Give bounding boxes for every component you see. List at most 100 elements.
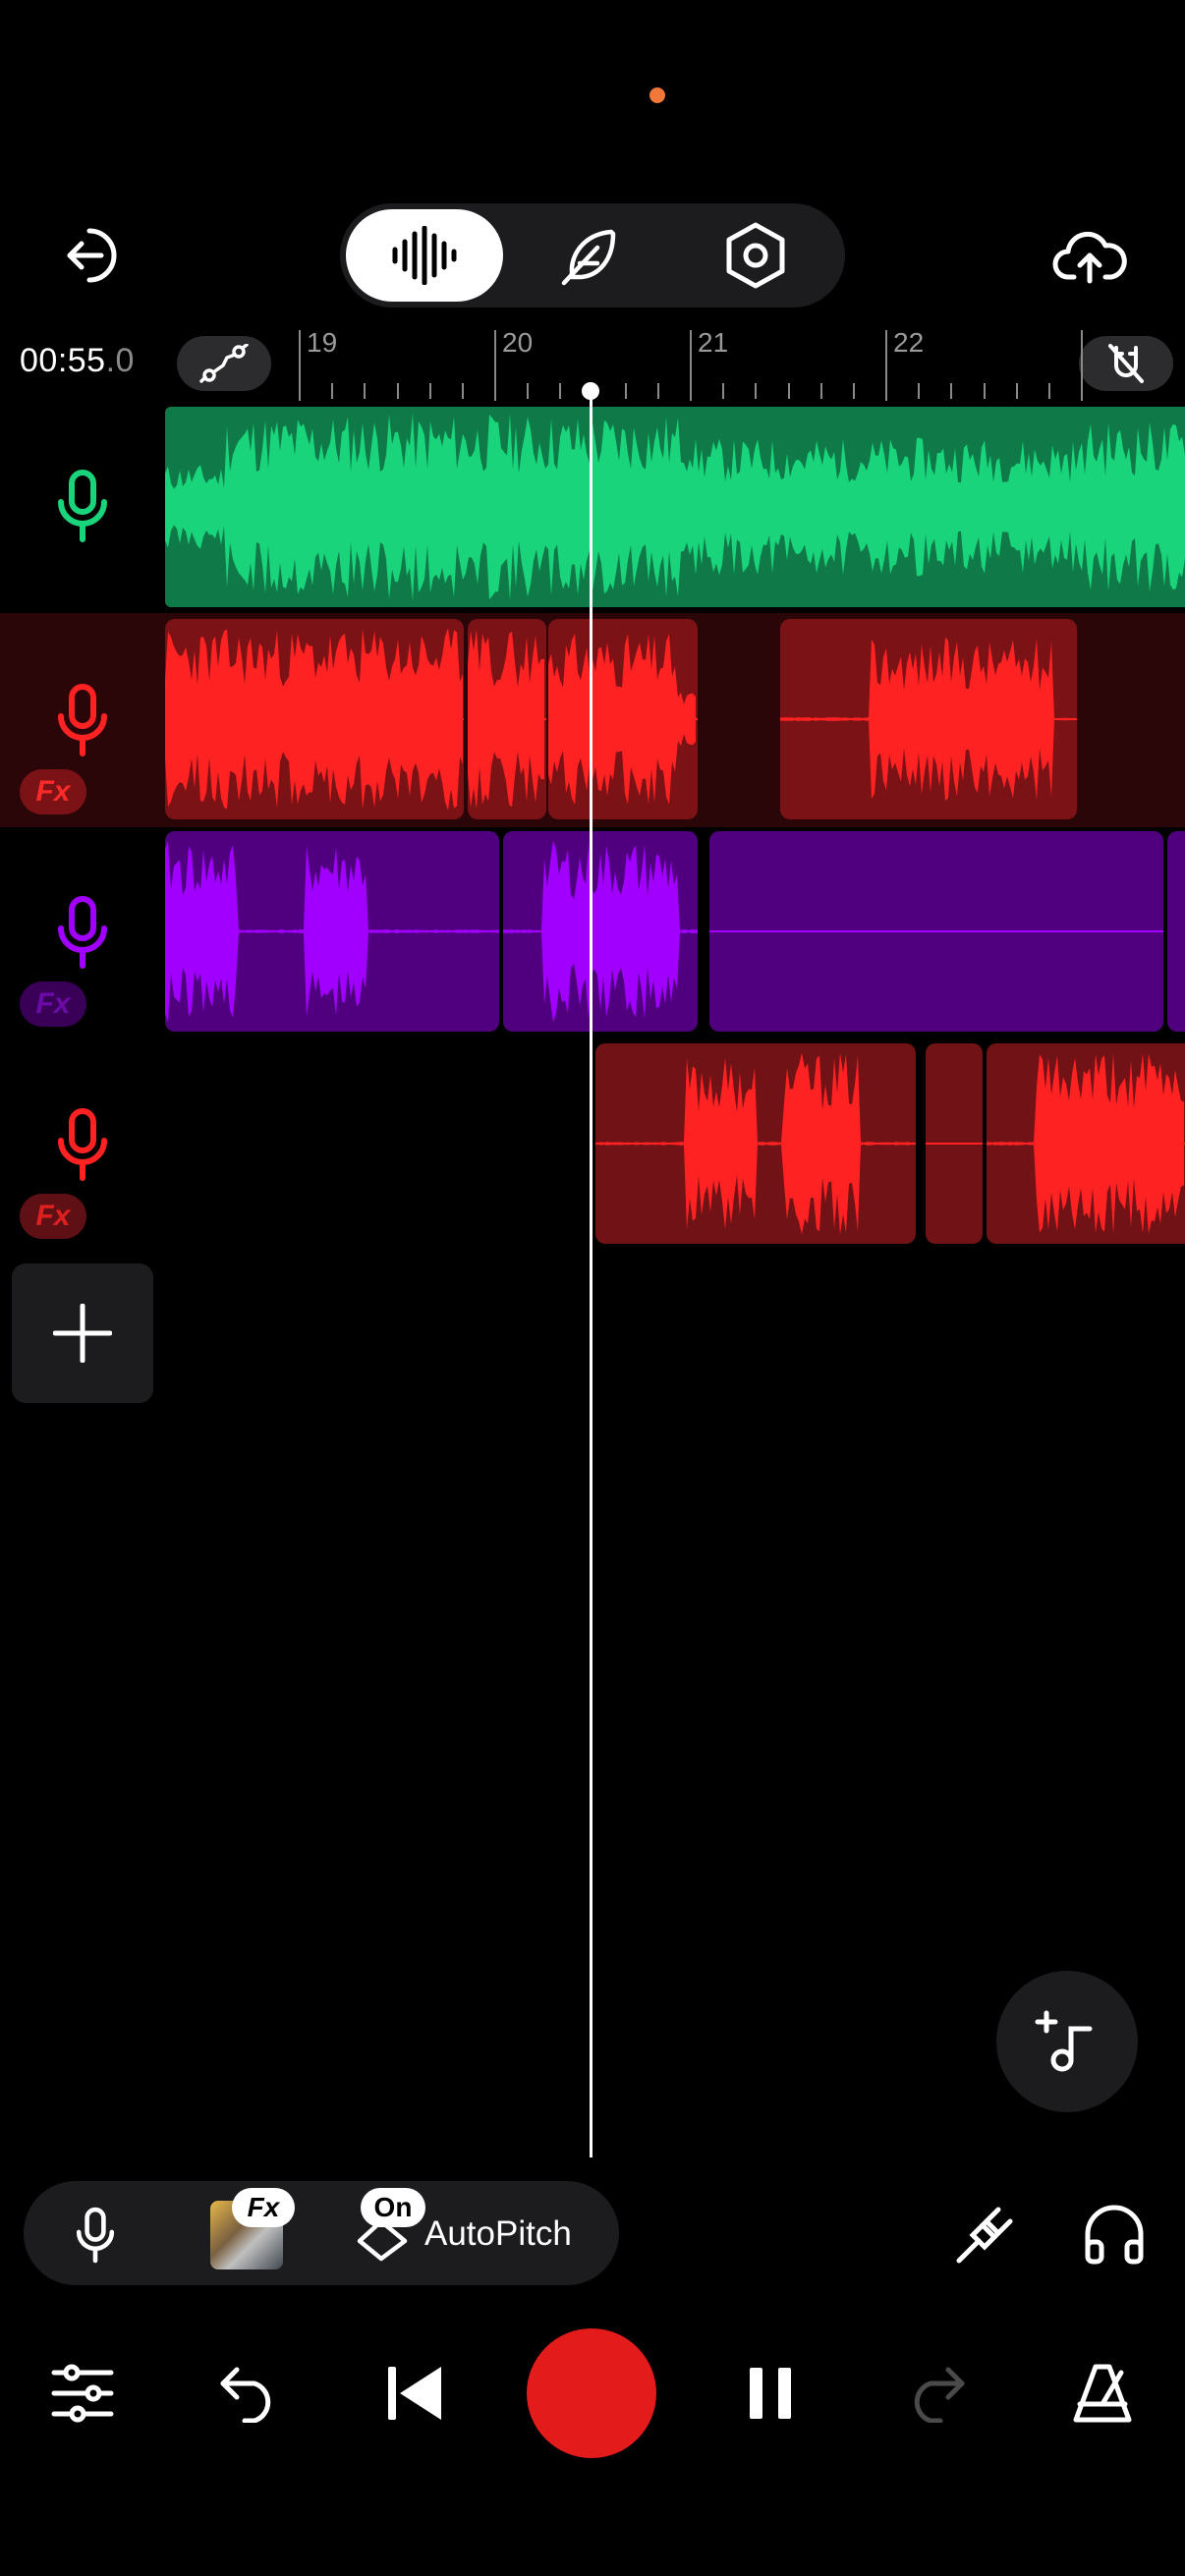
timeline-ruler[interactable] (295, 324, 1081, 403)
monitor-headphones-button[interactable] (1075, 2197, 1154, 2271)
time-fraction: .0 (105, 342, 135, 379)
track-3-mic-button[interactable] (43, 888, 122, 977)
track-3-fx-badge[interactable]: Fx (20, 981, 86, 1027)
feather-mode-button[interactable] (511, 209, 668, 302)
add-music-icon (1035, 2010, 1093, 2072)
pause-button[interactable] (731, 2356, 810, 2431)
ruler-minor-tick (428, 383, 431, 399)
ruler-major-tick (494, 330, 496, 401)
track-1-mic-button[interactable] (43, 462, 122, 550)
skip-back-icon (388, 2367, 441, 2420)
exit-button[interactable] (55, 218, 134, 293)
microphone-icon (58, 684, 107, 756)
track-4-clip-2[interactable] (926, 1043, 983, 1244)
waveform (926, 1143, 983, 1145)
track-4-clip-1[interactable] (595, 1043, 916, 1244)
waveform (165, 628, 464, 811)
ruler-minor-tick (1047, 383, 1050, 399)
ruler-minor-tick (461, 383, 464, 399)
autopitch-label[interactable]: AutoPitch (424, 2214, 572, 2254)
metronome-button[interactable] (1063, 2356, 1142, 2431)
undo-button[interactable] (210, 2356, 289, 2431)
feather-icon (561, 229, 616, 286)
ruler-minor-tick (331, 383, 334, 399)
plus-icon (53, 1304, 112, 1363)
microphone-icon (76, 2207, 115, 2264)
autopitch-on-badge: On (361, 2188, 425, 2227)
track-1-clip[interactable] (165, 407, 1185, 607)
ruler-major-tick (885, 330, 887, 401)
playhead[interactable] (590, 389, 592, 2157)
track-2-clip-1[interactable] (165, 619, 464, 819)
waveform (503, 840, 698, 1023)
track-2-clip-2[interactable] (468, 619, 546, 819)
ruler-minor-tick (559, 383, 562, 399)
waveform (468, 629, 546, 810)
ruler-minor-tick (787, 383, 790, 399)
microphone-icon (58, 1108, 107, 1181)
hex-nut-icon (726, 222, 785, 289)
ruler-minor-tick (918, 383, 921, 399)
automation-button[interactable] (177, 336, 271, 391)
skip-to-start-button[interactable] (375, 2356, 454, 2431)
ruler-minor-tick (396, 383, 399, 399)
automation-curve-icon (199, 344, 249, 383)
ruler-label-22: 22 (893, 327, 925, 358)
add-track-button[interactable] (12, 1263, 153, 1403)
ruler-major-tick (690, 330, 692, 401)
waveform (709, 930, 1163, 932)
ruler-minor-tick (755, 383, 758, 399)
track-3-clip-1[interactable] (165, 831, 499, 1032)
magnet-off-icon (1108, 344, 1144, 383)
ruler-label-19: 19 (307, 327, 338, 358)
redo-icon (914, 2367, 965, 2423)
waveform (165, 413, 1185, 601)
exit-icon (67, 228, 117, 283)
track-4-fx-badge[interactable]: Fx (20, 1194, 86, 1239)
track-4-clip-3[interactable] (987, 1043, 1185, 1244)
time-main: 00:55 (20, 342, 106, 379)
pause-icon (750, 2368, 791, 2419)
fx-preset-badge: Fx (232, 2188, 295, 2227)
ruler-major-tick (1081, 330, 1083, 401)
sliders-icon (51, 2364, 114, 2423)
upload-button[interactable] (1047, 218, 1132, 293)
microphone-icon (58, 470, 107, 542)
snap-toggle-button[interactable] (1079, 336, 1173, 391)
ruler-label-21: 21 (698, 327, 729, 358)
headphones-icon (1085, 2205, 1144, 2265)
track-2-clip-4[interactable] (780, 619, 1077, 819)
ruler-minor-tick (1015, 383, 1018, 399)
cloud-upload-icon (1052, 231, 1127, 284)
ruler-minor-tick (656, 383, 659, 399)
ruler-minor-tick (819, 383, 822, 399)
ruler-minor-tick (527, 383, 530, 399)
track-3-clip-3[interactable] (709, 831, 1163, 1032)
ruler-label-20: 20 (502, 327, 534, 358)
waveform-mode-button[interactable] (346, 209, 503, 302)
ruler-minor-tick (852, 383, 855, 399)
track-2-mic-button[interactable] (43, 676, 122, 764)
waveform (548, 634, 698, 805)
metronome-icon (1073, 2364, 1132, 2423)
track-4-mic-button[interactable] (43, 1100, 122, 1189)
track-3-clip-2[interactable] (503, 831, 698, 1032)
playhead-handle[interactable] (582, 382, 599, 400)
redo-button[interactable] (896, 2356, 975, 2431)
mixer-button[interactable] (43, 2356, 122, 2431)
track-3-clip-4[interactable] (1167, 831, 1185, 1032)
ruler-minor-tick (624, 383, 627, 399)
track-2-fx-badge[interactable]: Fx (20, 769, 86, 814)
add-music-button[interactable] (996, 1971, 1138, 2112)
track-2-clip-3[interactable] (548, 619, 698, 819)
ruler-minor-tick (983, 383, 986, 399)
tuning-fork-button[interactable] (949, 2197, 1022, 2271)
ruler-minor-tick (364, 383, 367, 399)
settings-mode-button[interactable] (677, 209, 834, 302)
input-mic-button[interactable] (61, 2201, 130, 2269)
tuning-fork-icon (956, 2207, 1013, 2264)
record-button[interactable] (527, 2328, 656, 2458)
waveform-icon (392, 226, 457, 285)
waveform (595, 1052, 916, 1235)
mode-switcher (340, 203, 845, 308)
